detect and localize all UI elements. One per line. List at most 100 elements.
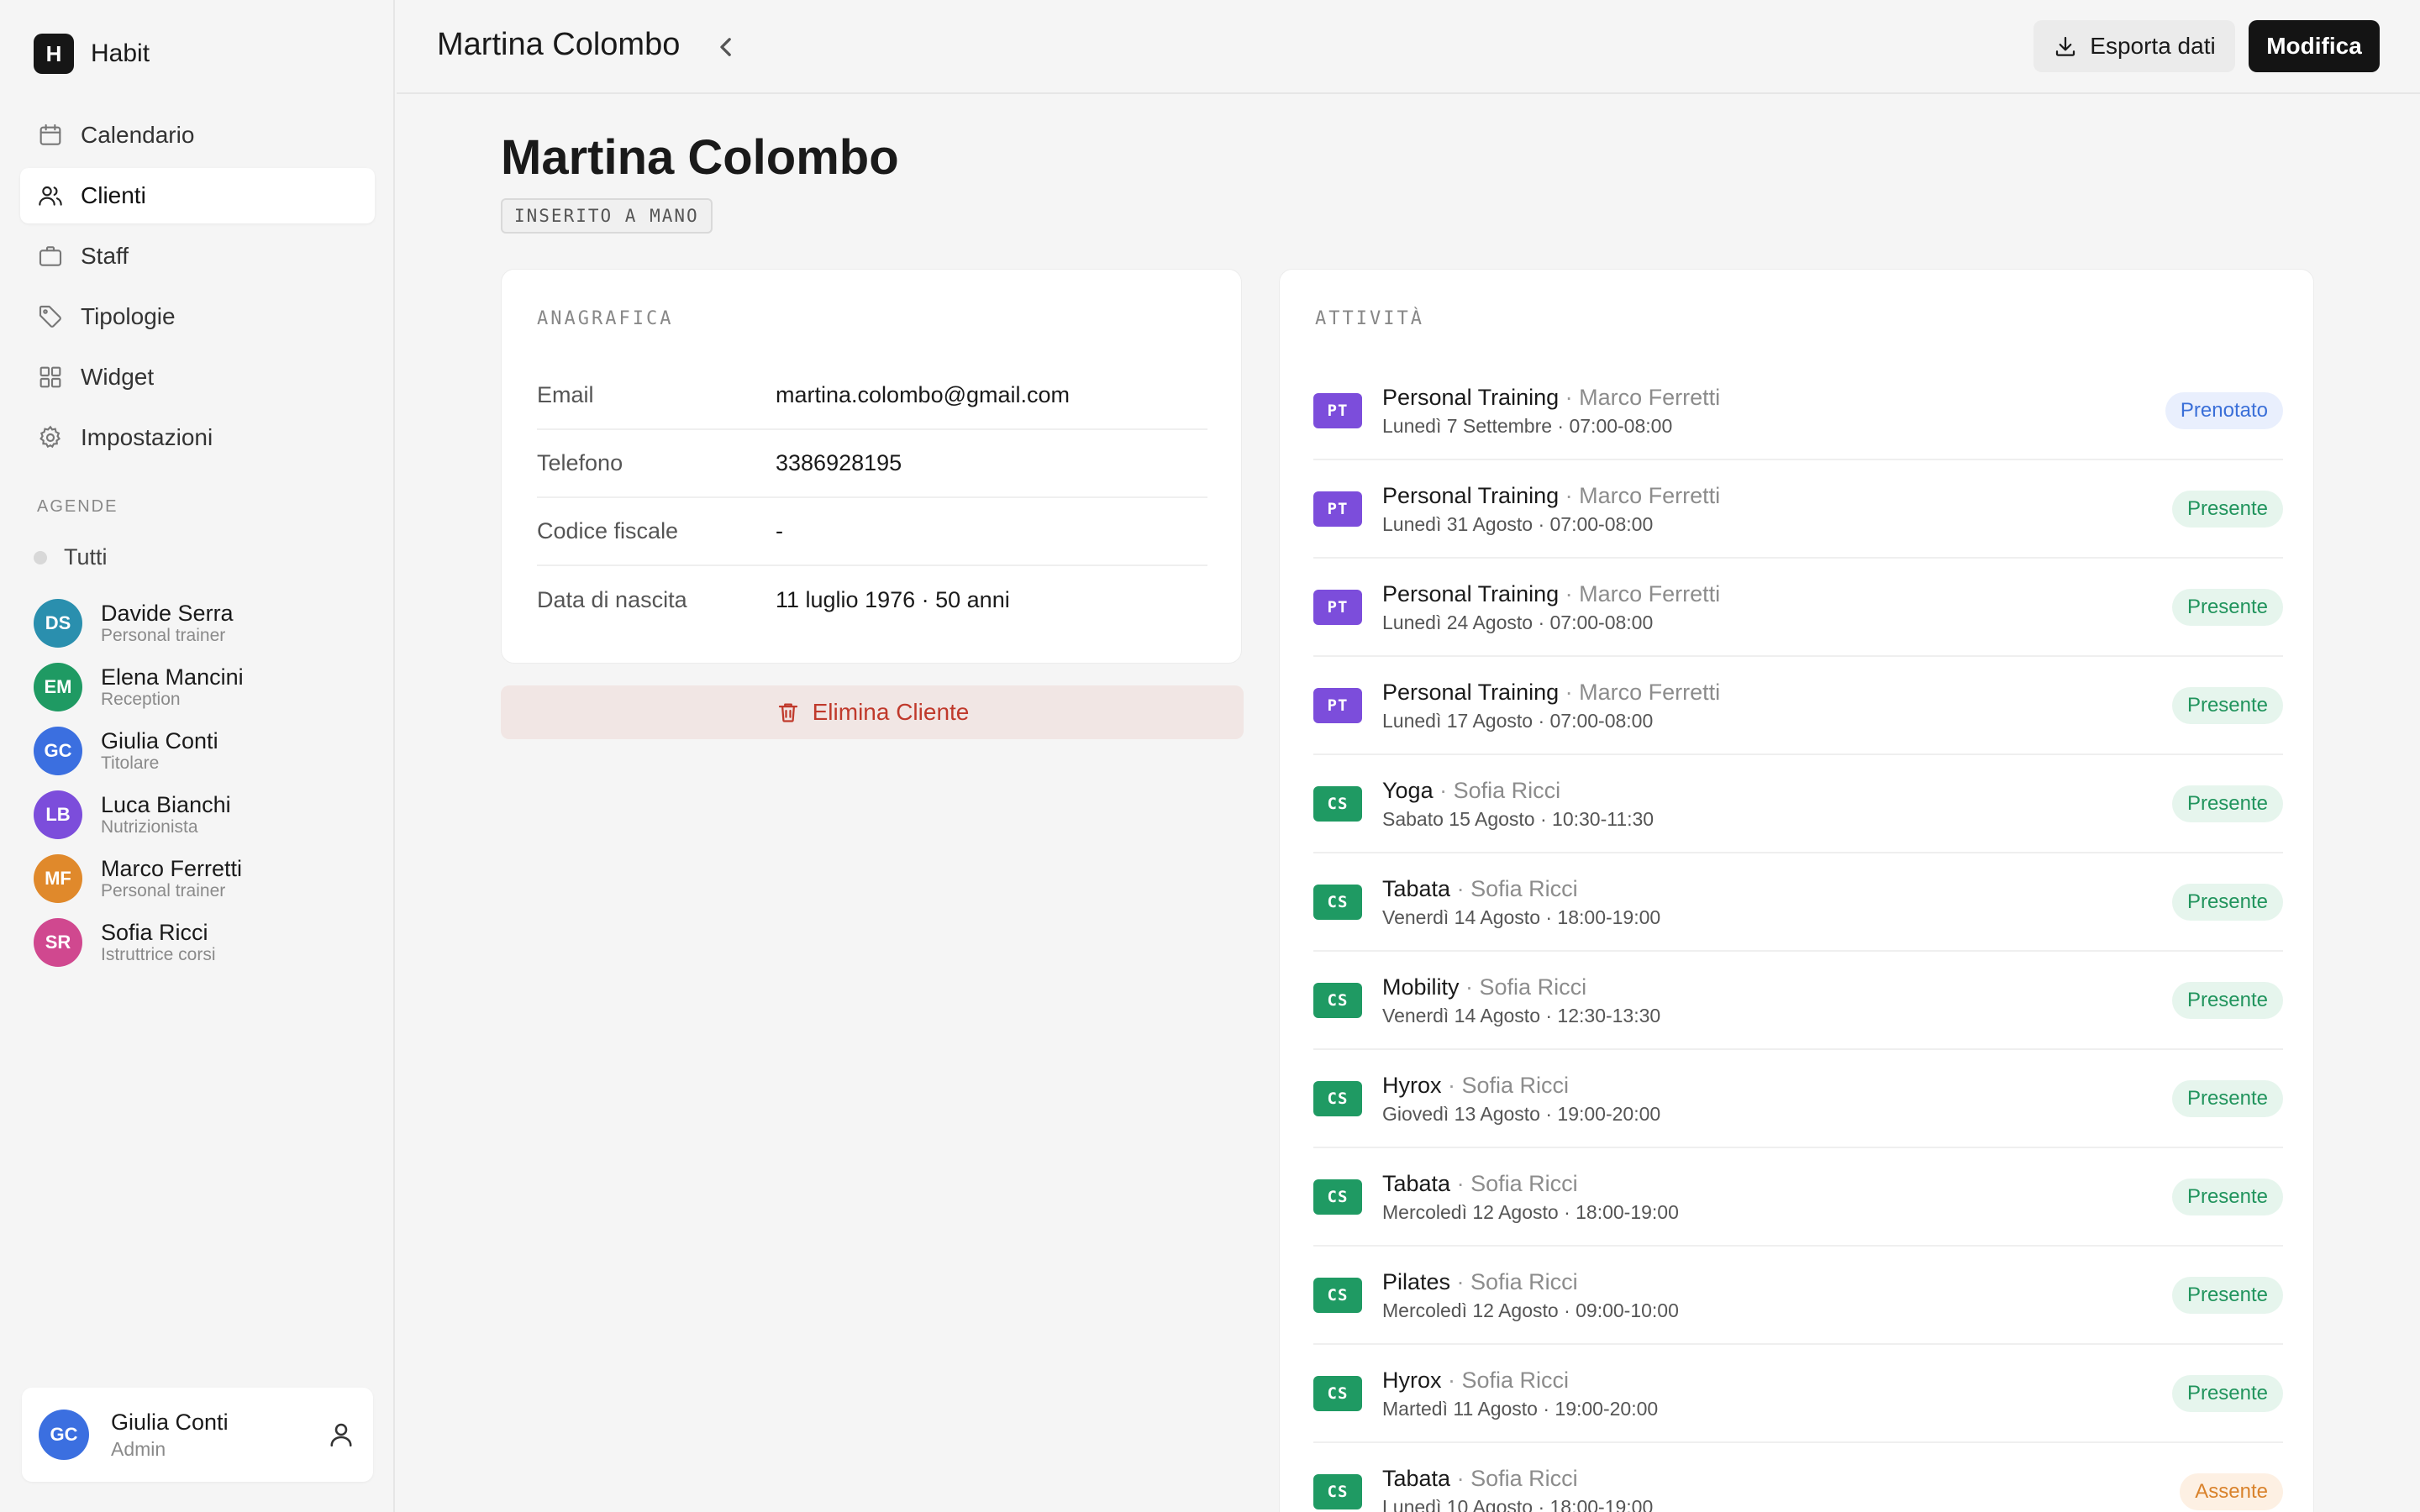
field-value[interactable]: martina.colombo@gmail.com bbox=[776, 382, 1070, 408]
separator: · bbox=[1441, 1367, 1462, 1393]
field-value: - bbox=[776, 518, 783, 543]
activity-title: Tabata · Sofia Ricci bbox=[1382, 874, 1660, 904]
staff-item[interactable]: EM Elena Mancini Reception bbox=[34, 662, 370, 712]
header-title: Martina Colombo bbox=[437, 27, 681, 62]
activity-datetime: Venerdì 14 Agosto · 12:30-13:30 bbox=[1382, 1004, 1661, 1026]
field-row-email: Email martina.colombo@gmail.com bbox=[537, 362, 1207, 430]
avatar: GC bbox=[39, 1410, 89, 1460]
sidebar-item-staff[interactable]: Staff bbox=[20, 228, 375, 284]
delete-client-label: Elimina Cliente bbox=[812, 699, 970, 725]
activity-trainer: Marco Ferretti bbox=[1579, 580, 1721, 606]
chevron-left-icon[interactable] bbox=[709, 30, 743, 64]
staff-item[interactable]: GC Giulia Conti Titolare bbox=[34, 726, 370, 776]
avatar: MF bbox=[34, 854, 82, 903]
field-value: 11 luglio 1976 · 50 anni bbox=[776, 587, 1010, 612]
agende-section-label: AGENDE bbox=[37, 497, 118, 516]
activity-name: Hyrox bbox=[1382, 1072, 1442, 1098]
activity-item[interactable]: PT Personal Training · Marco Ferretti Lune… bbox=[1313, 657, 2283, 755]
activity-trainer: Marco Ferretti bbox=[1579, 482, 1721, 508]
avatar: SR bbox=[34, 918, 82, 967]
status-badge: Presente bbox=[2171, 1375, 2283, 1412]
activity-text: Personal Training · Marco Ferretti Lunedì… bbox=[1382, 480, 1720, 538]
edit-button[interactable]: Modifica bbox=[2249, 20, 2380, 72]
current-user-card[interactable]: GC Giulia Conti Admin bbox=[22, 1388, 373, 1482]
field-value[interactable]: 3386928195 bbox=[776, 450, 902, 476]
activity-type-badge: CS bbox=[1313, 785, 1362, 822]
activity-datetime: Mercoledì 12 Agosto · 09:00-10:00 bbox=[1382, 1299, 1679, 1321]
sidebar-item-widget[interactable]: Widget bbox=[20, 349, 375, 405]
staff-item[interactable]: LB Luca Bianchi Nutrizionista bbox=[34, 790, 370, 840]
export-data-label: Esporta dati bbox=[2090, 33, 2216, 59]
activity-datetime: Lunedì 7 Settembre · 07:00-08:00 bbox=[1382, 414, 1673, 437]
brand-name: Habit bbox=[91, 39, 150, 67]
activity-name: Tabata bbox=[1382, 1170, 1451, 1196]
activity-text: Pilates · Sofia Ricci Mercoledì 12 Agosto… bbox=[1382, 1267, 1679, 1324]
activity-type-badge: CS bbox=[1313, 1473, 1362, 1509]
status-badge: Assente bbox=[2180, 1473, 2283, 1510]
activity-item[interactable]: CS Tabata · Sofia Ricci Mercoledì 12 Agost… bbox=[1313, 1148, 2283, 1247]
user-role: Admin bbox=[111, 1438, 166, 1460]
activity-item[interactable]: PT Personal Training · Marco Ferretti Lune… bbox=[1313, 460, 2283, 559]
separator: · bbox=[1450, 1268, 1471, 1294]
export-data-button[interactable]: Esporta dati bbox=[2033, 20, 2235, 72]
activity-item[interactable]: CS Tabata · Sofia Ricci Venerdì 14 Agosto … bbox=[1313, 853, 2283, 952]
avatar: EM bbox=[34, 663, 82, 711]
activity-name: Mobility bbox=[1382, 974, 1460, 1000]
user-name: Giulia Conti bbox=[111, 1410, 229, 1435]
avatar: GC bbox=[34, 727, 82, 775]
activity-item[interactable]: CS Mobility · Sofia Ricci Venerdì 14 Agost… bbox=[1313, 952, 2283, 1050]
staff-item[interactable]: DS Davide Serra Personal trainer bbox=[34, 598, 370, 648]
activity-name: Hyrox bbox=[1382, 1367, 1442, 1393]
source-tag: INSERITO A MANO bbox=[501, 198, 713, 234]
activity-trainer: Sofia Ricci bbox=[1453, 777, 1561, 803]
activity-text: Tabata · Sofia Ricci Lunedì 10 Agosto · 1… bbox=[1382, 1463, 1653, 1512]
gear-icon bbox=[37, 424, 64, 451]
field-label: Codice fiscale bbox=[537, 518, 679, 543]
activity-item[interactable]: PT Personal Training · Marco Ferretti Lune… bbox=[1313, 362, 2283, 460]
activity-trainer: Sofia Ricci bbox=[1470, 1268, 1578, 1294]
sidebar-item-clienti[interactable]: Clienti bbox=[20, 168, 375, 223]
activity-item[interactable]: CS Tabata · Sofia Ricci Lunedì 10 Agosto ·… bbox=[1313, 1443, 2283, 1512]
activity-item[interactable]: CS Pilates · Sofia Ricci Mercoledì 12 Agos… bbox=[1313, 1247, 2283, 1345]
activity-type-badge: PT bbox=[1313, 491, 1362, 527]
staff-name: Davide Serra bbox=[101, 601, 234, 626]
sidebar-item-tipologie[interactable]: Tipologie bbox=[20, 289, 375, 344]
delete-client-button[interactable]: Elimina Cliente bbox=[501, 685, 1244, 739]
activity-item[interactable]: PT Personal Training · Marco Ferretti Lune… bbox=[1313, 559, 2283, 657]
staff-item[interactable]: MF Marco Ferretti Personal trainer bbox=[34, 853, 370, 904]
activity-card: ATTIVITÀ PT Personal Training · Marco Fer… bbox=[1279, 269, 2314, 1512]
agenda-filter-all[interactable]: Tutti bbox=[34, 544, 108, 570]
staff-item[interactable]: SR Sofia Ricci Istruttrice corsi bbox=[34, 917, 370, 968]
staff-role: Nutrizionista bbox=[101, 817, 198, 837]
anagrafica-fields: Email martina.colombo@gmail.com Telefono… bbox=[537, 362, 1207, 634]
activity-text: Tabata · Sofia Ricci Mercoledì 12 Agosto … bbox=[1382, 1168, 1679, 1226]
separator: · bbox=[1459, 974, 1480, 1000]
activity-datetime: Giovedì 13 Agosto · 19:00-20:00 bbox=[1382, 1102, 1661, 1125]
staff-role: Istruttrice corsi bbox=[101, 945, 216, 964]
sidebar-item-impostazioni[interactable]: Impostazioni bbox=[20, 410, 375, 465]
status-badge: Presente bbox=[2171, 884, 2283, 921]
activity-text: Hyrox · Sofia Ricci Martedì 11 Agosto · 1… bbox=[1382, 1365, 1658, 1422]
activity-datetime: Sabato 15 Agosto · 10:30-11:30 bbox=[1382, 807, 1655, 830]
trash-icon bbox=[776, 700, 801, 725]
activity-title: Personal Training · Marco Ferretti bbox=[1382, 677, 1720, 707]
sidebar-item-calendario[interactable]: Calendario bbox=[20, 108, 375, 163]
activity-text: Yoga · Sofia Ricci Sabato 15 Agosto · 10:… bbox=[1382, 775, 1654, 832]
activity-text: Tabata · Sofia Ricci Venerdì 14 Agosto · … bbox=[1382, 874, 1660, 931]
activity-title: Personal Training · Marco Ferretti bbox=[1382, 579, 1720, 609]
activity-item[interactable]: CS Hyrox · Sofia Ricci Giovedì 13 Agosto ·… bbox=[1313, 1050, 2283, 1148]
activity-datetime: Lunedì 17 Agosto · 07:00-08:00 bbox=[1382, 709, 1654, 732]
activity-title: Yoga · Sofia Ricci bbox=[1382, 775, 1654, 806]
activity-title: Mobility · Sofia Ricci bbox=[1382, 972, 1660, 1002]
activity-item[interactable]: CS Yoga · Sofia Ricci Sabato 15 Agosto · 1… bbox=[1313, 755, 2283, 853]
status-badge: Presente bbox=[2171, 589, 2283, 626]
field-row-data-nascita: Data di nascita 11 luglio 1976 · 50 anni bbox=[537, 566, 1207, 634]
activity-name: Personal Training bbox=[1382, 580, 1560, 606]
user-icon[interactable] bbox=[326, 1420, 356, 1450]
avatar: DS bbox=[34, 599, 82, 648]
status-badge: Presente bbox=[2171, 491, 2283, 528]
sidebar-item-label: Calendario bbox=[81, 122, 195, 148]
brand[interactable]: H Habit bbox=[34, 34, 150, 74]
activity-section-label: ATTIVITÀ bbox=[1315, 308, 1424, 329]
activity-item[interactable]: CS Hyrox · Sofia Ricci Martedì 11 Agosto ·… bbox=[1313, 1345, 2283, 1443]
